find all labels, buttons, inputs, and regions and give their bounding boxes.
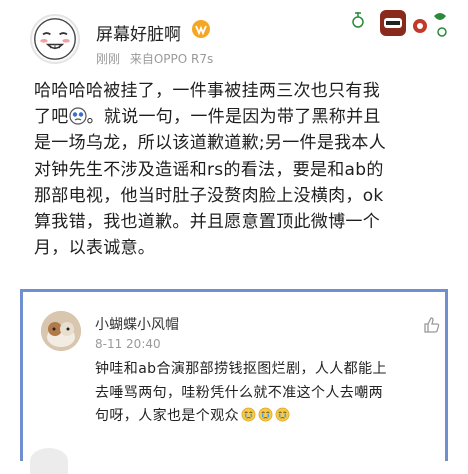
post-line: 是一场乌龙，所以该道歉道歉;另一件是我本人	[34, 133, 387, 154]
comment-username[interactable]: 小蝴蝶小风帽	[95, 314, 179, 334]
comment-text: 钟哇和ab合演那部捞钱抠图烂剧，人人都能上 去唾骂两句，哇粉凭什么就不准这个人去…	[95, 358, 435, 429]
post-line: 对钟先生不涉及造谣和rs的看法，要是和ab的	[34, 159, 384, 180]
post-username[interactable]: 屏幕好脏啊	[96, 20, 181, 45]
face-emoji-icon	[69, 107, 87, 125]
post-line: 哈哈哈哈被挂了，一件事被挂两三次也只有我	[34, 81, 380, 101]
post-meta: 刚刚 来自OPPO R7s	[96, 50, 219, 67]
next-item-avatar	[30, 448, 68, 474]
comment-box: 小蝴蝶小风帽 8-11 20:40 钟哇和ab合演那部捞钱抠图烂剧，人人都能上 …	[20, 289, 448, 461]
avatar[interactable]	[30, 14, 80, 64]
post-line: 那部电视，他当时肚子没赘肉脸上没横肉，ok	[34, 185, 384, 206]
thumbs-up-icon[interactable]	[423, 316, 441, 334]
crying-emoji-icon	[258, 407, 273, 422]
post-line-text: 了吧	[34, 107, 69, 128]
post-line-text: 。就说一句，一件是因为带了黑称并且	[86, 107, 381, 128]
crying-emoji-icon	[275, 407, 290, 422]
card-decoration-icon	[346, 6, 450, 40]
vip-badge-icon	[191, 19, 211, 39]
comment-line: 钟哇和ab合演那部捞钱抠图烂剧，人人都能上	[95, 361, 387, 377]
post-time: 刚刚	[96, 52, 121, 66]
post-header: 屏幕好脏啊 刚刚 来自OPPO R7s	[0, 0, 468, 72]
comment-avatar[interactable]	[41, 311, 81, 351]
comment-line-text: 句呀，人家也是个观众	[95, 408, 239, 424]
post-source[interactable]: 来自OPPO R7s	[130, 52, 213, 66]
comment-line: 去唾骂两句，哇粉凭什么就不准这个人去嘲两	[95, 384, 383, 401]
comment-line: 句呀，人家也是个观众	[95, 405, 435, 429]
post-line: 算我错，我也道歉。并且愿意置顶此微博一个	[34, 211, 380, 232]
post-line: 了吧 。就说一句，一件是因为带了黑称并且	[34, 104, 446, 130]
comment-time: 8-11 20:40	[95, 337, 161, 351]
post-body: 哈哈哈哈被挂了，一件事被挂两三次也只有我 了吧 。就说一句，一件是因为带了黑称并且…	[34, 78, 446, 261]
crying-emoji-icon	[241, 407, 256, 422]
post-line: 月，以表诚意。	[34, 238, 156, 259]
